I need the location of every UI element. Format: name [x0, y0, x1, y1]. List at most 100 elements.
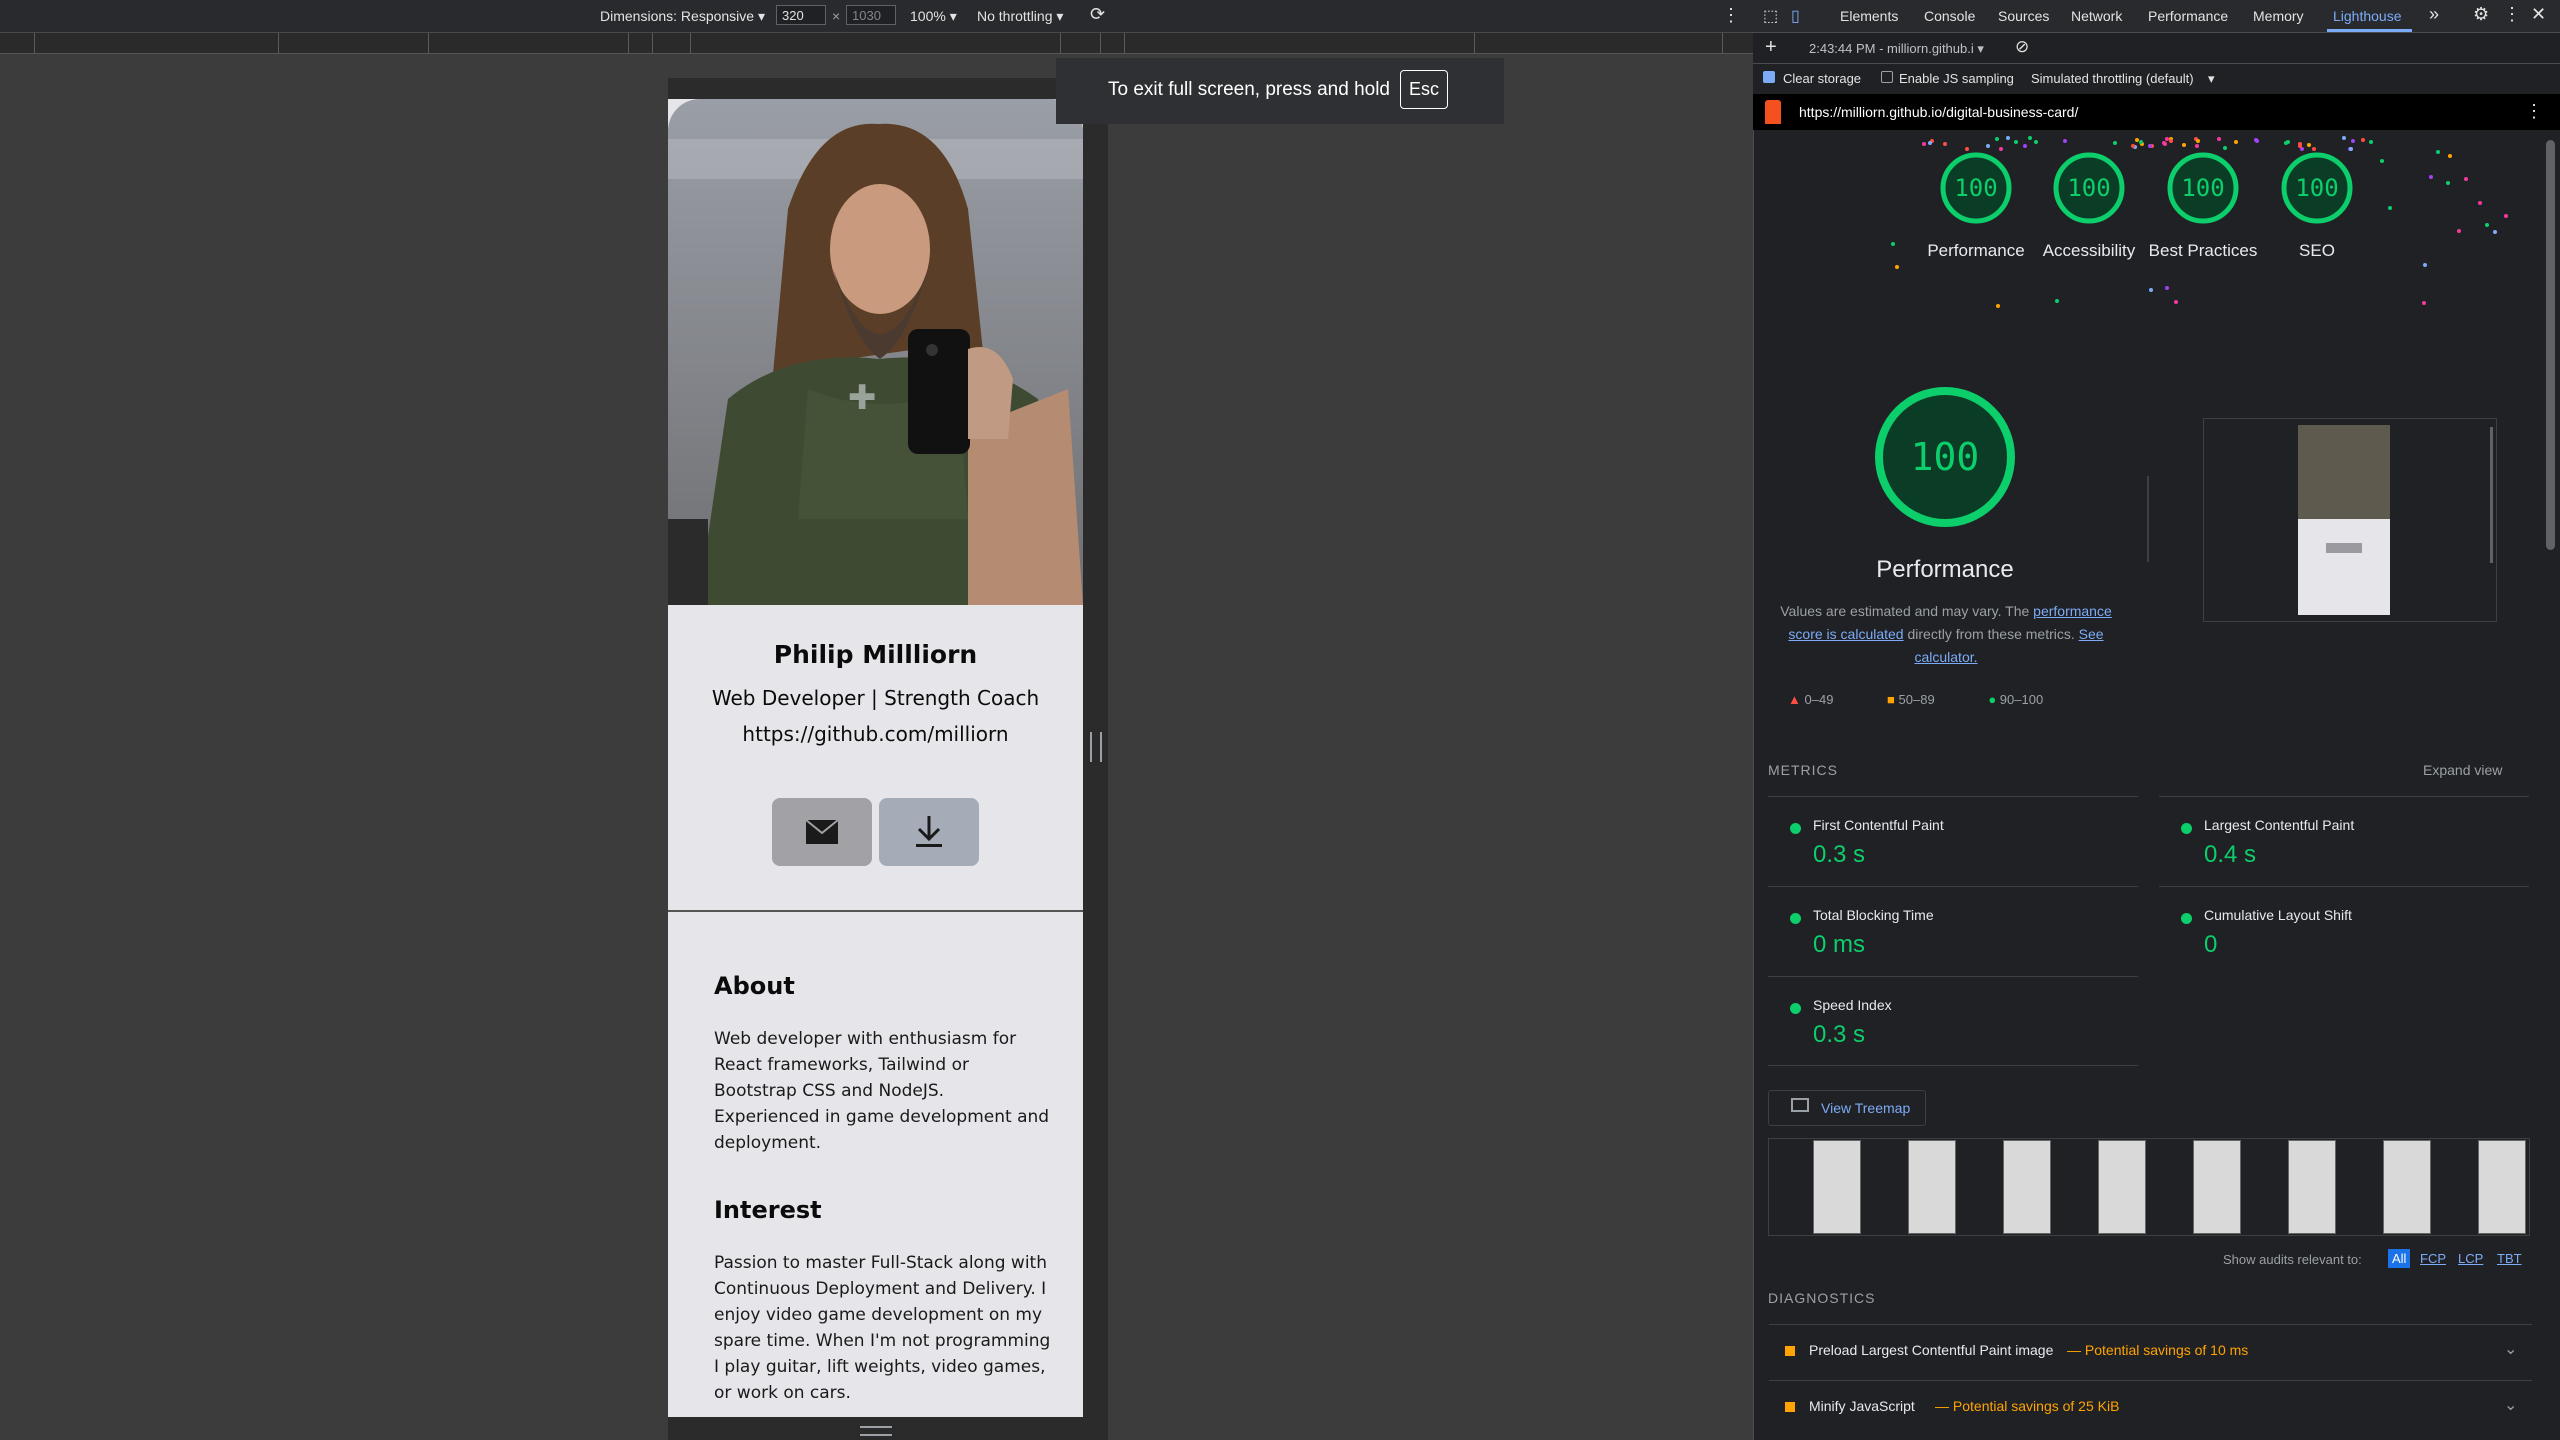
device-toggle-icon[interactable]: ▯ [1791, 6, 1800, 26]
pass-circle-icon: ● [1988, 692, 1997, 707]
width-input[interactable]: 320 [776, 5, 826, 25]
confetti-dot [2445, 180, 2450, 185]
gauge-best-practices[interactable]: 100 [2165, 150, 2241, 226]
filter-tbt[interactable]: TBT [2497, 1251, 2522, 1266]
envelope-icon [805, 819, 839, 844]
score-legend: ▲ 0–49 ■ 50–89 ● 90–100 [1788, 692, 2108, 707]
card-github-link[interactable]: https://github.com/milliorn [668, 722, 1083, 746]
metric-value: 0 [2204, 931, 2218, 958]
metric-lcp: Largest Contentful Paint 0.4 s [2159, 796, 2529, 885]
devtools-menu-icon[interactable]: ⋮ [2503, 4, 2521, 25]
diagnostic-title: Preload Largest Contentful Paint image [1809, 1342, 2054, 1358]
pass-dot-icon [1790, 823, 1801, 834]
confetti-dot [2422, 300, 2427, 305]
confetti-dot [2387, 206, 2392, 211]
filmstrip-frame [2383, 1140, 2431, 1234]
final-screenshot [2298, 425, 2390, 615]
height-input[interactable]: 1030 [846, 5, 896, 25]
confetti-dot [2360, 137, 2365, 142]
metric-label: Total Blocking Time [1813, 907, 1934, 923]
device-toolbar: Dimensions: Responsive ▾ 320 × 1030 100%… [0, 0, 1753, 33]
throttling-select[interactable]: Simulated throttling (default) ▾ [2031, 71, 2215, 87]
resize-handle-bottom[interactable] [860, 1426, 892, 1436]
view-treemap-label: View Treemap [1821, 1100, 1911, 1116]
resize-handle-right[interactable] [1090, 732, 1102, 762]
average-square-icon [1785, 1402, 1795, 1412]
tab-lighthouse[interactable]: Lighthouse [2333, 8, 2402, 24]
final-screenshot-frame[interactable] [2203, 418, 2497, 622]
diagnostic-savings: — Potential savings of 25 KiB [1935, 1398, 2120, 1414]
download-button[interactable] [879, 798, 979, 866]
diagnostic-minify-js[interactable]: Minify JavaScript — Potential savings of… [1769, 1380, 2532, 1433]
zoom-dropdown[interactable]: 100% ▾ [910, 8, 957, 25]
report-url[interactable]: https://milliorn.github.io/digital-busin… [1799, 104, 2078, 120]
confetti-dot [2477, 200, 2482, 205]
perf-note: Values are estimated and may vary. The p… [1776, 600, 2116, 669]
throttling-select-label: Simulated throttling (default) [2031, 71, 2194, 86]
tab-memory[interactable]: Memory [2253, 8, 2304, 24]
filmstrip-frame [2193, 1140, 2241, 1234]
confetti-dot [2350, 139, 2355, 144]
report-select[interactable]: 2:43:44 PM - milliorn.github.i ▾ [1809, 41, 1984, 57]
clear-storage-checkbox[interactable] [1763, 71, 1775, 83]
about-heading: About [714, 972, 795, 1000]
expand-view-toggle[interactable]: Expand view [2423, 762, 2502, 778]
confetti-dot [2254, 137, 2259, 142]
gauge-best-practices-value: 100 [2181, 174, 2224, 202]
tab-sources[interactable]: Sources [1998, 8, 2049, 24]
filter-lcp[interactable]: LCP [2458, 1251, 2483, 1266]
pass-dot-icon [2181, 823, 2192, 834]
more-tabs-icon[interactable]: » [2429, 4, 2439, 25]
tab-network[interactable]: Network [2071, 8, 2122, 24]
add-report-icon[interactable]: + [1765, 36, 1777, 59]
tab-elements[interactable]: Elements [1840, 8, 1898, 24]
lighthouse-options: Clear storage Enable JS sampling Simulat… [1753, 64, 2560, 94]
card-name: Philip Millliorn [773, 640, 978, 669]
more-options-icon[interactable]: ⋮ [1722, 5, 1740, 26]
metric-value: 0.3 s [1813, 1021, 1866, 1048]
filter-fcp[interactable]: FCP [2420, 1251, 2446, 1266]
perf-title: Performance [1876, 556, 2014, 583]
devtools-scrollbar[interactable] [2544, 130, 2558, 1440]
metric-value: 0.4 s [2204, 841, 2257, 868]
treemap-icon [1791, 1098, 1809, 1112]
dimensions-dropdown[interactable]: Dimensions: Responsive ▾ [600, 8, 765, 25]
confetti-dot [1942, 141, 1947, 146]
confetti-dot [2148, 288, 2153, 292]
inspect-icon[interactable]: ⬚ [1763, 6, 1778, 26]
chevron-down-icon[interactable]: ⌄ [2504, 1395, 2517, 1415]
final-screenshot-buttons [2326, 543, 2362, 553]
confetti-dot [2062, 138, 2067, 143]
report-menu-icon[interactable]: ⋮ [2525, 101, 2543, 122]
email-button[interactable] [772, 798, 872, 866]
confetti-dot [2464, 176, 2469, 181]
card-title: Web Developer | Strength Coach [711, 686, 1040, 710]
rotate-icon[interactable]: ⟳ [1090, 4, 1105, 25]
gauge-performance[interactable]: 100 [1938, 150, 2014, 226]
fullscreen-exit-banner: To exit full screen, press and hold Esc [1056, 58, 1504, 124]
chevron-down-icon[interactable]: ⌄ [2504, 1339, 2517, 1359]
filter-all[interactable]: All [2388, 1249, 2411, 1268]
gauge-performance-value: 100 [1954, 174, 1997, 202]
diagnostics-heading: DIAGNOSTICS [1768, 1290, 1876, 1306]
metric-value: 0 ms [1813, 931, 1866, 958]
clear-report-icon[interactable]: ⊘ [2015, 37, 2029, 57]
fullscreen-banner-text: To exit full screen, press and hold [1108, 79, 1390, 100]
close-icon[interactable]: ✕ [2531, 4, 2546, 25]
tab-console[interactable]: Console [1924, 8, 1975, 24]
diagnostic-preload-lcp[interactable]: Preload Largest Contentful Paint image —… [1769, 1324, 2532, 1377]
gauge-seo[interactable]: 100 [2279, 150, 2355, 226]
settings-icon[interactable]: ⚙ [2473, 4, 2489, 25]
view-treemap-button[interactable]: View Treemap [1768, 1090, 1926, 1126]
js-sampling-checkbox[interactable] [1881, 71, 1893, 83]
report-url-bar: https://milliorn.github.io/digital-busin… [1753, 94, 2560, 130]
tab-performance[interactable]: Performance [2148, 8, 2228, 24]
throttling-dropdown[interactable]: No throttling ▾ [977, 8, 1063, 25]
screenshot-scrollbar[interactable] [2490, 427, 2493, 563]
average-square-icon: ■ [1887, 692, 1895, 707]
scrollbar-thumb[interactable] [2546, 140, 2555, 550]
legend-pass: 90–100 [1999, 692, 2044, 707]
pass-dot-icon [2181, 913, 2192, 924]
clear-storage-label: Clear storage [1783, 71, 1862, 86]
gauge-accessibility[interactable]: 100 [2051, 150, 2127, 226]
